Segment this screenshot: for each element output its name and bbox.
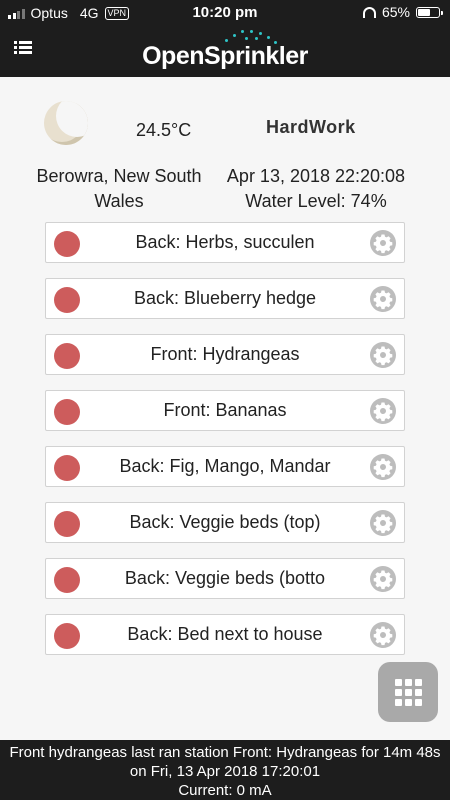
- device-name: HardWork: [266, 117, 356, 137]
- station-row[interactable]: Front: Hydrangeas: [45, 334, 405, 375]
- gear-icon[interactable]: [370, 622, 396, 648]
- app-logo: OpenSprinkler: [142, 42, 308, 70]
- station-name: Back: Bed next to house: [127, 624, 323, 644]
- station-status-indicator: [54, 231, 80, 257]
- gear-icon[interactable]: [370, 342, 396, 368]
- station-row[interactable]: Back: Veggie beds (botto: [45, 558, 405, 599]
- device-datetime: Apr 13, 2018 22:20:08: [226, 166, 406, 186]
- status-bar: Optus 4G VPN 10:20 pm 65%: [0, 0, 450, 26]
- station-status-indicator: [54, 455, 80, 481]
- battery-percent: 65%: [381, 4, 410, 20]
- status-footer: Front hydrangeas last ran station Front:…: [0, 740, 450, 800]
- keypad-icon: [395, 679, 422, 706]
- station-row[interactable]: Back: Bed next to house: [45, 614, 405, 655]
- station-name: Front: Bananas: [163, 400, 287, 420]
- battery-icon: [416, 6, 443, 18]
- station-row[interactable]: Back: Veggie beds (top): [45, 502, 405, 543]
- gear-icon[interactable]: [370, 454, 396, 480]
- location: Berowra, New South Wales: [36, 166, 202, 211]
- gear-icon[interactable]: [370, 510, 396, 536]
- station-row[interactable]: Back: Blueberry hedge: [45, 278, 405, 319]
- station-name: Back: Herbs, succulen: [135, 232, 315, 252]
- last-run-message: Front hydrangeas last ran station Front:…: [9, 744, 441, 780]
- current-reading: Current: 0 mA: [178, 782, 272, 799]
- gear-icon[interactable]: [370, 398, 396, 424]
- station-status-indicator: [54, 287, 80, 313]
- gear-icon[interactable]: [370, 230, 396, 256]
- device-datetime-block: Apr 13, 2018 22:20:08 Water Level: 74%: [221, 164, 411, 214]
- station-list: Back: Herbs, succulen Back: Blueberry he…: [45, 222, 405, 670]
- station-name: Back: Veggie beds (botto: [124, 568, 326, 588]
- station-name: Front: Hydrangeas: [150, 344, 300, 364]
- station-status-indicator: [54, 511, 80, 537]
- station-row[interactable]: Front: Bananas: [45, 390, 405, 431]
- station-status-indicator: [54, 623, 80, 649]
- station-row[interactable]: Back: Herbs, succulen: [45, 222, 405, 263]
- station-status-indicator: [54, 399, 80, 425]
- keypad-button[interactable]: [378, 662, 438, 722]
- water-level: Water Level: 74%: [245, 191, 387, 211]
- station-status-indicator: [54, 567, 80, 593]
- station-row[interactable]: Back: Fig, Mango, Mandar: [45, 446, 405, 487]
- moon-icon: [44, 101, 88, 145]
- battery-fill: [418, 8, 430, 16]
- headphones-icon: [362, 6, 376, 18]
- app-header: Optus 4G VPN 10:20 pm 65% OpenSprinkler: [0, 0, 450, 77]
- temperature: 24.5°C: [136, 120, 192, 140]
- gear-icon[interactable]: [370, 566, 396, 592]
- station-status-indicator: [54, 343, 80, 369]
- station-name: Back: Fig, Mango, Mandar: [119, 456, 331, 476]
- station-name: Back: Veggie beds (top): [129, 512, 321, 532]
- station-name: Back: Blueberry hedge: [133, 288, 317, 308]
- gear-icon[interactable]: [370, 286, 396, 312]
